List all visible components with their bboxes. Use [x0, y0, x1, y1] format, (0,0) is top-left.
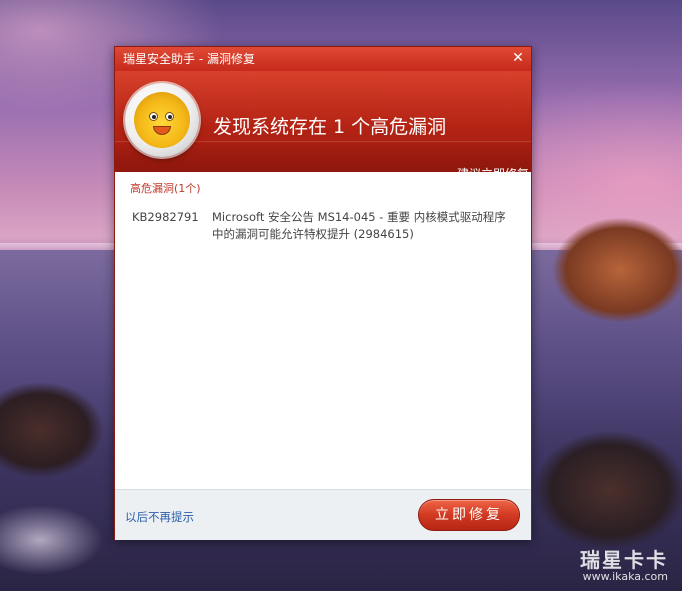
vulnerability-id: KB2982791	[132, 210, 199, 224]
close-button[interactable]: ✕	[509, 49, 527, 67]
vulnerability-list: 高危漏洞(1个) KB2982791 Microsoft 安全公告 MS14-0…	[115, 172, 531, 489]
title-bar[interactable]: 瑞星安全助手 - 漏洞修复 ✕	[115, 47, 531, 71]
window-title: 瑞星安全助手 - 漏洞修复	[123, 52, 255, 66]
section-label-high-risk: 高危漏洞(1个)	[130, 182, 201, 195]
alert-headline: 发现系统存在 1 个高危漏洞	[213, 116, 447, 138]
dont-remind-link[interactable]: 以后不再提示	[125, 510, 194, 524]
watermark-url: www.ikaka.com	[582, 570, 668, 583]
vulnerability-description: Microsoft 安全公告 MS14-045 - 重要 内核模式驱动程序中的漏…	[212, 210, 506, 241]
fix-now-button[interactable]: 立即修复	[418, 499, 520, 531]
alert-banner: 发现系统存在 1 个高危漏洞 建议立即修复	[115, 71, 531, 181]
dialog-footer: 以后不再提示 立即修复	[115, 489, 531, 540]
mascot-avatar	[125, 83, 199, 157]
lion-mouth	[153, 126, 171, 135]
lion-mascot-icon	[134, 92, 190, 148]
watermark: 瑞星卡卡 www.ikaka.com	[580, 549, 668, 583]
wallpaper-rocks-right	[530, 190, 682, 340]
vulnerability-dialog: 瑞星安全助手 - 漏洞修复 ✕ 发现系统存在 1 个高危漏洞 建议立即修复 高危…	[114, 46, 532, 540]
watermark-name: 瑞星卡卡	[580, 548, 668, 572]
lion-left-eye	[149, 112, 158, 121]
close-icon: ✕	[512, 50, 524, 66]
lion-right-eye	[165, 112, 174, 121]
